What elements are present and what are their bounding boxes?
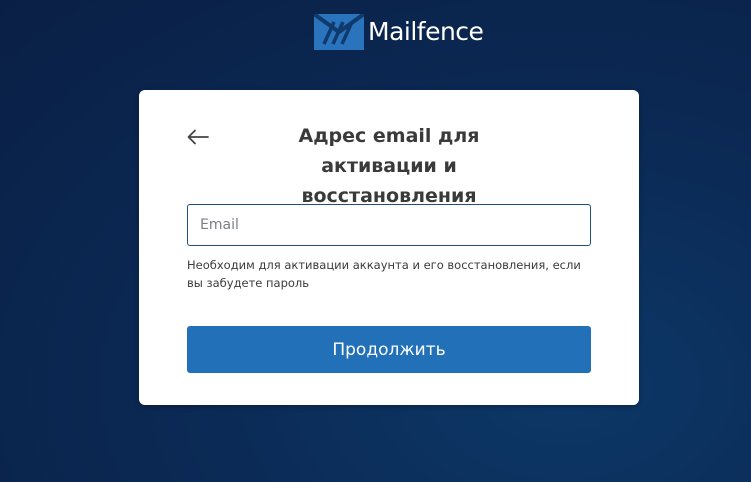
continue-button[interactable]: Продолжить <box>187 326 591 373</box>
page-title: Адрес email для активации и восстановлен… <box>298 125 480 207</box>
brand-name: Mailfence <box>368 17 484 46</box>
arrow-left-icon <box>187 129 209 145</box>
activation-email-card: Адрес email для активации и восстановлен… <box>139 90 639 405</box>
email-field[interactable] <box>187 204 591 246</box>
mailfence-logo-icon <box>314 14 364 50</box>
brand-logo: Mailfence <box>314 14 484 50</box>
email-hint: Необходим для активации аккаунта и его в… <box>187 258 581 290</box>
back-button[interactable] <box>185 124 211 150</box>
